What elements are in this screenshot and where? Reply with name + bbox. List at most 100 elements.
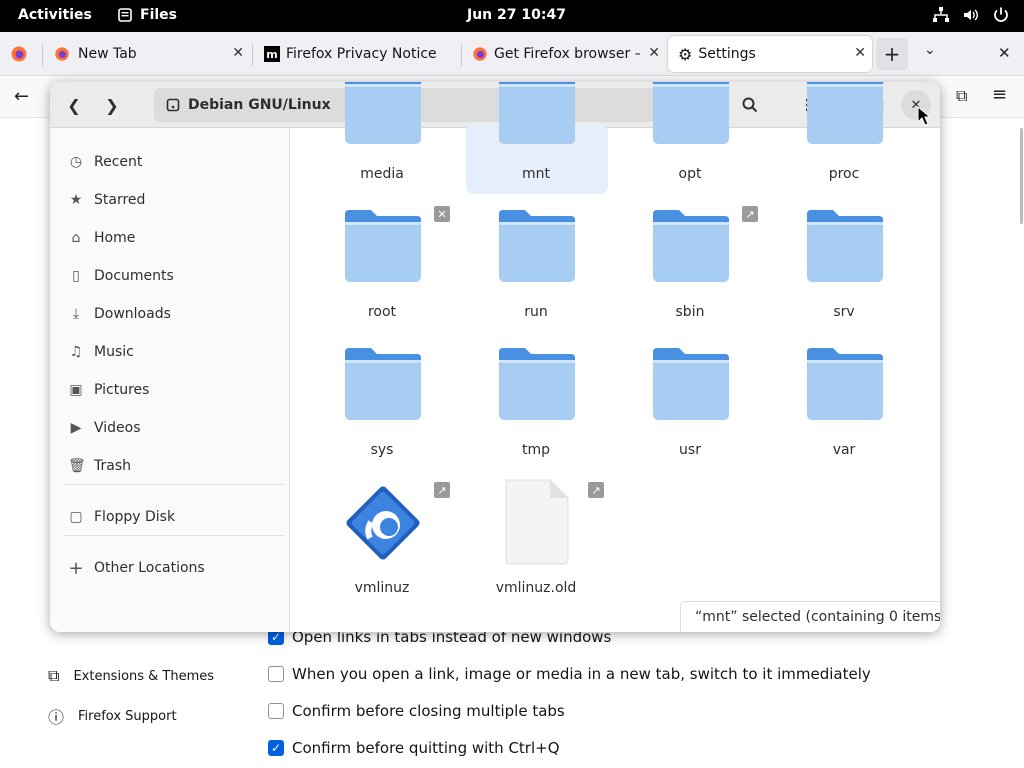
checkbox-unchecked[interactable]	[268, 666, 284, 682]
folder-item[interactable]: srv	[774, 196, 914, 326]
folder-item[interactable]: media	[312, 82, 452, 188]
option-confirm-closing-tabs[interactable]: Confirm before closing multiple tabs	[268, 702, 565, 720]
folder-item[interactable]: root ✕	[312, 196, 452, 326]
checkbox-checked[interactable]: ✓	[268, 740, 284, 756]
tab-title: Firefox Privacy Notice —	[286, 46, 436, 62]
power-icon	[994, 7, 1008, 22]
folder-item[interactable]: proc	[774, 82, 914, 188]
tab-get-firefox[interactable]: Get Firefox browser — ✕	[462, 36, 666, 72]
folder-icon	[343, 82, 423, 146]
back-button[interactable]: ❮	[58, 90, 90, 120]
sidebar-link-extensions[interactable]: ⧉ Extensions & Themes	[48, 666, 214, 686]
sidebar-item-starred[interactable]: ★ Starred	[68, 188, 146, 212]
activities-button[interactable]: Activities	[18, 7, 92, 23]
folder-item[interactable]: usr	[620, 334, 760, 464]
files-app-icon	[118, 8, 132, 22]
file-item[interactable]: vmlinuz.old ↗	[466, 472, 606, 602]
tab-close-icon[interactable]: ✕	[854, 45, 866, 61]
sidebar-item-trash[interactable]: 🗑 Trash	[68, 454, 131, 478]
folder-item[interactable]: mnt	[466, 82, 608, 194]
file-grid: media mnt opt proc root ✕ run sbin ↗ srv sys tmp usr…	[291, 82, 940, 632]
clock[interactable]: Jun 27 10:47	[467, 7, 566, 23]
document-icon: ▯	[72, 268, 80, 284]
status-floating-bar: “mnt” selected (containing 0 items)	[680, 601, 940, 632]
system-menu[interactable]	[932, 6, 1010, 24]
sidebar-item-label: Home	[94, 230, 136, 246]
sidebar-item-pictures[interactable]: ▣ Pictures	[68, 378, 149, 402]
mozilla-icon: m	[264, 46, 280, 62]
tab-title: New Tab	[78, 46, 137, 62]
app-menu[interactable]: Files	[118, 7, 177, 23]
list-all-tabs-chevron-icon[interactable]: ⌄	[924, 42, 936, 58]
new-tab-button[interactable]: +	[876, 38, 908, 70]
option-confirm-quitting[interactable]: ✓ Confirm before quitting with Ctrl+Q	[268, 739, 560, 757]
tab-title: Get Firefox browser —	[494, 46, 640, 62]
folder-icon	[343, 204, 423, 284]
sidebar-item-other-locations[interactable]: + Other Locations	[68, 556, 205, 580]
tab-new-tab[interactable]: New Tab ✕	[44, 36, 250, 72]
item-name: opt	[678, 166, 702, 182]
extensions-icon[interactable]: ⧉	[956, 86, 967, 106]
folder-item[interactable]: var	[774, 334, 914, 464]
item-name: vmlinuz	[354, 580, 410, 596]
sidebar-separator	[64, 484, 284, 485]
plus-icon: +	[883, 42, 901, 66]
tab-settings[interactable]: ⚙ Settings ✕	[668, 36, 872, 72]
video-icon: ▶	[70, 420, 82, 436]
option-label: Confirm before quitting with Ctrl+Q	[292, 739, 560, 757]
sidebar-separator	[64, 535, 284, 536]
tab-close-icon[interactable]: ✕	[648, 45, 660, 61]
item-name: srv	[833, 304, 855, 320]
sidebar-item-label: Other Locations	[94, 560, 205, 576]
item-name: run	[524, 304, 548, 320]
back-arrow-icon[interactable]: ←	[14, 86, 29, 107]
sidebar-item-label: Downloads	[94, 306, 171, 322]
folder-icon	[343, 342, 423, 422]
tab-close-icon[interactable]: ✕	[232, 45, 244, 61]
sidebar-item-documents[interactable]: ▯ Documents	[68, 264, 174, 288]
folder-item[interactable]: tmp	[466, 334, 606, 464]
option-label: When you open a link, image or media in …	[292, 665, 871, 683]
location-label: Debian GNU/Linux	[188, 97, 331, 113]
settings-scrollbar[interactable]	[1020, 128, 1023, 224]
tab-privacy-notice[interactable]: m Firefox Privacy Notice —	[254, 36, 460, 72]
folder-icon	[805, 342, 885, 422]
item-name: var	[832, 442, 856, 458]
sidebar-item-downloads[interactable]: ⤓ Downloads	[68, 302, 171, 326]
tab-title: Settings	[698, 46, 756, 62]
drive-icon	[166, 98, 180, 112]
sidebar-item-label: Trash	[94, 458, 131, 474]
mouse-pointer-icon	[917, 106, 931, 126]
sidebar-item-label: Starred	[94, 192, 146, 208]
sidebar-item-label: Pictures	[94, 382, 150, 398]
executable-icon	[338, 478, 420, 560]
folder-item[interactable]: sbin ↗	[620, 196, 760, 326]
option-switch-to-new-tab[interactable]: When you open a link, image or media in …	[268, 665, 871, 683]
help-icon: ⓘ	[48, 708, 65, 727]
download-icon: ⤓	[72, 306, 80, 322]
files-window: ❮ ❯ Debian GNU/Linux ⋮ ▼ ≡ ✕ ◷Recent★Sta…	[50, 82, 940, 632]
app-menu-icon[interactable]: ≡	[992, 84, 1007, 105]
folder-item[interactable]: sys	[312, 334, 452, 464]
folder-item[interactable]: opt	[620, 82, 760, 188]
forward-button[interactable]: ❯	[96, 90, 128, 120]
app-name: Files	[140, 7, 177, 23]
sidebar-item-recent[interactable]: ◷ Recent	[68, 150, 143, 174]
sidebar-item-music[interactable]: ♫ Music	[68, 340, 134, 364]
sidebar-item-floppy-disk[interactable]: ▢ Floppy Disk	[68, 505, 175, 529]
folder-icon	[651, 82, 731, 146]
firefox-menu-tab[interactable]	[0, 36, 40, 72]
clock-icon: ◷	[69, 154, 83, 170]
folder-icon	[497, 82, 577, 146]
sidebar-item-home[interactable]: ⌂ Home	[68, 226, 136, 250]
sidebar-link-support[interactable]: ⓘ Firefox Support	[48, 704, 177, 728]
file-item[interactable]: vmlinuz ↗	[312, 472, 452, 602]
close-window-button[interactable]: ✕	[998, 44, 1011, 62]
folder-item[interactable]: run	[466, 196, 606, 326]
sidebar-item-videos[interactable]: ▶ Videos	[68, 416, 141, 440]
puzzle-icon: ⧉	[48, 666, 60, 685]
sidebar-link-label: Extensions & Themes	[73, 668, 215, 684]
network-icon	[933, 7, 949, 22]
checkbox-unchecked[interactable]	[268, 703, 284, 719]
item-name: mnt	[522, 166, 550, 182]
